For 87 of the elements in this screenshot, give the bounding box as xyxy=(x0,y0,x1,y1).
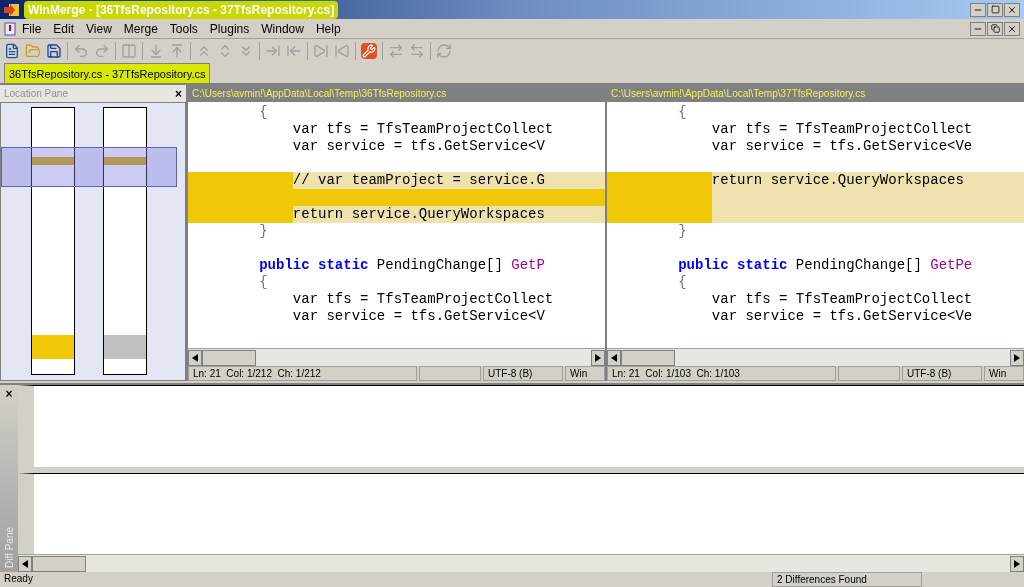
menu-item[interactable]: Help xyxy=(309,19,347,38)
menu-item[interactable]: Plugins xyxy=(203,19,256,38)
code-text: var tfs = TfsTeamProjectCollect xyxy=(292,291,554,307)
minimize-button[interactable] xyxy=(970,2,986,17)
status-cell: UTF-8 (B) xyxy=(483,366,563,381)
down-arrow-icon[interactable] xyxy=(148,42,164,59)
close-icon xyxy=(1007,23,1017,34)
close-button[interactable] xyxy=(1004,2,1020,17)
columns-icon[interactable] xyxy=(121,42,137,59)
skip-back-icon[interactable] xyxy=(334,42,350,59)
menu-item[interactable]: File xyxy=(16,19,48,38)
status-cell: UTF-8 (B) xyxy=(902,366,982,381)
code-text: { xyxy=(259,274,268,290)
code-text: var service = tfs.GetService<Ve xyxy=(711,138,973,154)
code-text: { xyxy=(259,104,268,120)
minimize-button[interactable] xyxy=(970,21,986,36)
menu-item[interactable]: View xyxy=(80,19,118,38)
scroll-thumb[interactable] xyxy=(32,555,86,572)
pane-title: Diff Pane xyxy=(2,527,16,568)
menu-item[interactable]: Tools xyxy=(163,19,204,38)
code-text: { xyxy=(678,104,687,120)
code-text: { xyxy=(678,274,687,290)
restore-icon xyxy=(990,24,1000,33)
code-text: return service.QueryWorkspaces xyxy=(292,206,545,222)
swap-left-icon[interactable] xyxy=(409,42,425,59)
window-title: WinMerge - [36TfsRepository.cs - 37TfsRepository.cs] xyxy=(24,0,339,19)
scroll-left-icon[interactable] xyxy=(18,555,32,572)
scroll-thumb[interactable] xyxy=(202,349,256,366)
skip-forward-icon[interactable] xyxy=(313,42,329,59)
pane-title: Location Pane xyxy=(4,87,69,101)
code-text: // var teamProject = service.G xyxy=(292,172,545,188)
document-icon xyxy=(4,21,16,36)
save-icon[interactable] xyxy=(46,42,62,59)
scroll-left-icon[interactable] xyxy=(188,349,202,366)
scroll-right-icon[interactable] xyxy=(1010,555,1024,572)
code-text: var service = tfs.GetService<V xyxy=(292,138,545,154)
maximize-button[interactable] xyxy=(987,2,1003,17)
settings-icon[interactable] xyxy=(361,42,377,59)
up-arrow-icon[interactable] xyxy=(169,42,185,59)
code-text: GetPe xyxy=(930,257,973,273)
app-logo-icon xyxy=(4,2,20,17)
status-text: 2 Differences Found xyxy=(772,572,922,587)
menu-item[interactable]: Window xyxy=(255,19,310,38)
status-cell: Win xyxy=(984,366,1024,381)
code-text: } xyxy=(259,223,268,239)
status-cell: Ln: 21 Col: 1/103 Ch: 1/103 xyxy=(607,366,836,381)
scroll-left-icon[interactable] xyxy=(607,349,621,366)
undo-icon[interactable] xyxy=(73,42,89,59)
diff-marker xyxy=(32,335,74,359)
code-text: PendingChange[] xyxy=(376,257,504,273)
code-text: var service = tfs.GetService<Ve xyxy=(711,308,973,324)
close-button[interactable] xyxy=(1004,21,1020,36)
swap-right-icon[interactable] xyxy=(388,42,404,59)
diff-marker xyxy=(104,335,146,359)
redo-icon[interactable] xyxy=(94,42,110,59)
code-text: public static xyxy=(678,257,788,273)
code-text: return service.QueryWorkspaces xyxy=(711,172,964,188)
status-cell: Ln: 21 Col: 1/212 Ch: 1/212 xyxy=(188,366,417,381)
status-cell: Win xyxy=(565,366,605,381)
close-button[interactable]: × xyxy=(5,385,13,403)
new-document-icon[interactable] xyxy=(4,42,20,59)
viewport-indicator[interactable] xyxy=(1,147,177,187)
menu-item[interactable]: Edit xyxy=(47,19,81,38)
file-path-header: C:\Users\avmin!\AppData\Local\Temp\37TfsRepository.cs xyxy=(607,85,1024,102)
scroll-right-icon[interactable] xyxy=(591,349,605,366)
code-text: public static xyxy=(259,257,369,273)
refresh-icon[interactable] xyxy=(436,42,452,59)
scroll-thumb[interactable] xyxy=(621,349,675,366)
close-icon xyxy=(1007,4,1017,15)
close-button[interactable]: × xyxy=(175,84,182,103)
scroll-right-icon[interactable] xyxy=(1010,349,1024,366)
code-text: GetP xyxy=(511,257,545,273)
file-path-header: C:\Users\avmin!\AppData\Local\Temp\36TfsRepository.cs xyxy=(188,85,605,102)
diff-marker xyxy=(104,157,146,165)
diff-marker xyxy=(32,157,74,165)
code-text: var tfs = TfsTeamProjectCollect xyxy=(292,121,554,137)
status-text: Ready xyxy=(3,572,34,586)
code-text: PendingChange[] xyxy=(795,257,923,273)
code-text: var service = tfs.GetService<V xyxy=(292,308,545,324)
code-text: var tfs = TfsTeamProjectCollect xyxy=(711,291,973,307)
restore-button[interactable] xyxy=(987,21,1003,36)
file-tab[interactable]: 36TfsRepository.cs - 37TfsRepository.cs xyxy=(4,63,211,83)
menu-item[interactable]: Merge xyxy=(117,19,164,38)
code-text: } xyxy=(678,223,687,239)
maximize-icon xyxy=(990,5,1000,14)
folder-icon[interactable] xyxy=(25,42,41,59)
code-text: var tfs = TfsTeamProjectCollect xyxy=(711,121,973,137)
